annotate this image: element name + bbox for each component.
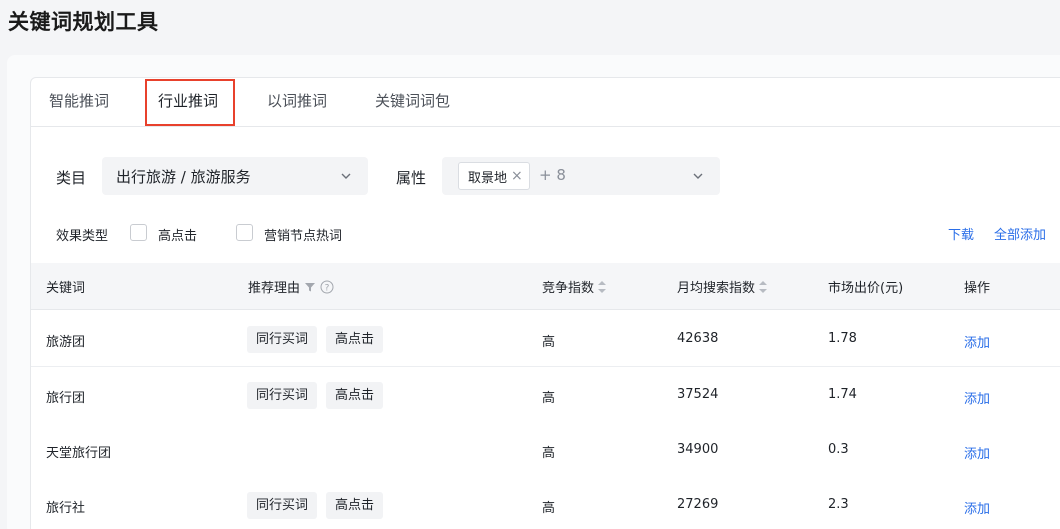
- effect-type-label: 效果类型: [56, 229, 109, 244]
- column-bid: 市场出价(元): [828, 277, 903, 296]
- tab-keyword-package[interactable]: 关键词词包: [375, 78, 450, 127]
- column-keyword-label: 关键词: [46, 281, 86, 296]
- tab-industry-recommend[interactable]: 行业推词: [158, 78, 218, 127]
- tab-smart-recommend[interactable]: 智能推词: [49, 78, 109, 127]
- keyword-cell: 旅游团: [46, 335, 86, 350]
- search-index-cell: 27269: [677, 497, 719, 512]
- attribute-more-count: + 8: [539, 166, 566, 184]
- bid-cell: 1.78: [828, 331, 857, 346]
- add-button[interactable]: 添加: [964, 443, 990, 462]
- marketing-hotword-checkbox[interactable]: [236, 224, 253, 241]
- add-button[interactable]: 添加: [964, 498, 990, 517]
- attribute-tag: 取景地 ×: [458, 162, 530, 190]
- competition-cell: 高: [542, 446, 556, 461]
- attribute-label: 属性: [396, 169, 427, 187]
- chevron-down-icon: [693, 173, 703, 179]
- sort-icon[interactable]: [598, 280, 607, 293]
- reason-tag: 同行买词: [247, 492, 318, 519]
- table-row: 旅行社 同行买词 高点击 高 27269 2.3 添加: [31, 477, 1060, 529]
- reason-tag: 高点击: [326, 326, 384, 353]
- column-action: 操作: [964, 277, 990, 296]
- competition-cell: 高: [542, 501, 556, 516]
- filter-icon[interactable]: [304, 281, 316, 293]
- bid-cell: 2.3: [828, 497, 849, 512]
- reason-tag: 同行买词: [247, 382, 318, 409]
- category-select[interactable]: 出行旅游 / 旅游服务: [102, 157, 368, 195]
- close-icon[interactable]: ×: [511, 169, 523, 183]
- search-index-cell: 42638: [677, 331, 719, 346]
- table-row: 旅行团 同行买词 高点击 高 37524 1.74 添加: [31, 367, 1060, 423]
- column-keyword: 关键词: [46, 277, 85, 296]
- column-reason-label: 推荐理由: [248, 281, 301, 296]
- help-icon[interactable]: ?: [320, 280, 334, 294]
- keyword-cell: 旅行社: [46, 501, 86, 516]
- column-bid-label: 市场出价(元): [828, 281, 904, 296]
- marketing-hotword-label: 营销节点热词: [264, 229, 343, 244]
- high-click-checkbox[interactable]: [130, 224, 147, 241]
- download-link[interactable]: 下载: [948, 224, 974, 243]
- high-click-label: 高点击: [158, 229, 198, 244]
- keyword-cell: 旅行团: [46, 391, 86, 406]
- chevron-down-icon: [341, 173, 351, 179]
- table-row: 天堂旅行团 高 34900 0.3 添加: [31, 422, 1060, 478]
- reason-tag: 同行买词: [247, 326, 318, 353]
- add-button[interactable]: 添加: [964, 332, 990, 351]
- category-value: 出行旅游 / 旅游服务: [116, 168, 251, 186]
- search-index-cell: 37524: [677, 387, 719, 402]
- keyword-cell: 天堂旅行团: [46, 446, 112, 461]
- competition-cell: 高: [542, 391, 556, 406]
- category-label: 类目: [56, 169, 87, 187]
- column-competition-label: 竞争指数: [542, 281, 595, 296]
- column-competition[interactable]: 竞争指数: [542, 277, 607, 296]
- column-reason: 推荐理由 ?: [248, 277, 334, 296]
- sort-icon[interactable]: [759, 280, 768, 293]
- bid-cell: 0.3: [828, 442, 849, 457]
- column-search-index[interactable]: 月均搜索指数: [677, 277, 768, 296]
- tab-word-recommend[interactable]: 以词推词: [267, 78, 327, 127]
- add-button[interactable]: 添加: [964, 388, 990, 407]
- bid-cell: 1.74: [828, 387, 857, 402]
- table-header: 关键词 推荐理由 ? 竞争指数 月均搜索指数 市场出价(元) 操作: [31, 263, 1060, 310]
- reason-tag: 高点击: [326, 492, 384, 519]
- attribute-select[interactable]: 取景地 × + 8: [442, 157, 720, 195]
- tab-bar: 智能推词 行业推词 以词推词 关键词词包: [31, 78, 1060, 127]
- attribute-tag-label: 取景地: [468, 170, 508, 186]
- svg-text:?: ?: [325, 283, 330, 293]
- competition-cell: 高: [542, 335, 556, 350]
- table-row: 旅游团 同行买词 高点击 高 42638 1.78 添加: [31, 311, 1060, 367]
- column-search-index-label: 月均搜索指数: [677, 281, 756, 296]
- column-action-label: 操作: [964, 281, 991, 296]
- reason-tag: 高点击: [326, 382, 384, 409]
- search-index-cell: 34900: [677, 442, 719, 457]
- add-all-link[interactable]: 全部添加: [994, 224, 1046, 243]
- page-title: 关键词规划工具: [8, 10, 159, 34]
